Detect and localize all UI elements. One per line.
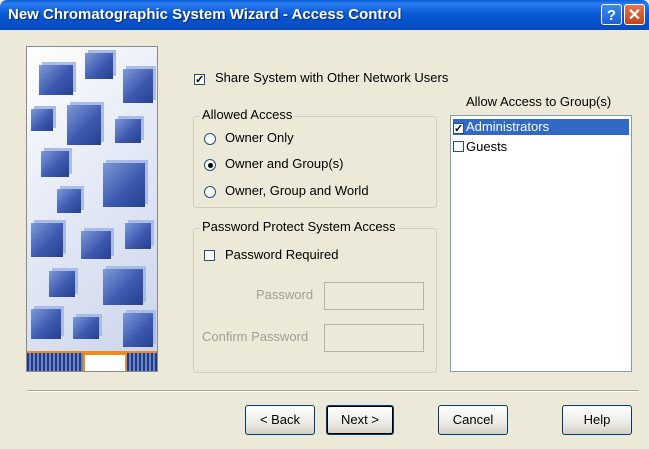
password-group-legend: Password Protect System Access xyxy=(200,219,398,234)
groups-heading: Allow Access to Group(s) xyxy=(466,94,612,109)
wizard-art xyxy=(26,46,158,372)
help-button[interactable]: Help xyxy=(562,405,632,435)
radio-owner-group-world-label: Owner, Group and World xyxy=(225,183,369,198)
cancel-button[interactable]: Cancel xyxy=(438,405,508,435)
confirm-password-field[interactable] xyxy=(324,324,424,352)
close-icon[interactable]: ✕ xyxy=(624,4,645,25)
wizard-window: New Chromatographic System Wizard - Acce… xyxy=(0,0,649,449)
radio-owner-and-groups-label: Owner and Group(s) xyxy=(225,156,344,171)
administrators-checkbox[interactable]: ✓ xyxy=(453,123,464,135)
list-item-administrators[interactable]: ✓ Administrators xyxy=(453,119,629,135)
separator xyxy=(27,390,639,392)
password-label: Password xyxy=(256,287,314,302)
share-label: Share System with Other Network Users xyxy=(215,70,449,85)
password-field[interactable] xyxy=(324,282,424,310)
window-title: New Chromatographic System Wizard - Acce… xyxy=(8,6,402,23)
back-button[interactable]: < Back xyxy=(245,405,315,435)
confirm-password-label: Confirm Password xyxy=(202,329,309,344)
guests-label: Guests xyxy=(466,139,508,154)
administrators-label: Administrators xyxy=(466,119,550,134)
groups-listbox[interactable]: ✓ Administrators Guests xyxy=(450,115,632,372)
radio-owner-only[interactable] xyxy=(204,133,216,145)
list-item-guests[interactable]: Guests xyxy=(453,139,507,155)
help-icon[interactable]: ? xyxy=(601,4,622,25)
allowed-access-legend: Allowed Access xyxy=(200,107,295,122)
next-button[interactable]: Next > xyxy=(326,405,394,435)
radio-owner-group-world[interactable] xyxy=(204,186,216,198)
radio-owner-and-groups[interactable] xyxy=(204,159,216,171)
title-bar: New Chromatographic System Wizard - Acce… xyxy=(0,0,649,30)
radio-owner-only-label: Owner Only xyxy=(225,130,294,145)
guests-checkbox[interactable] xyxy=(453,141,464,152)
share-checkbox[interactable]: ✓ xyxy=(194,74,205,86)
password-required-checkbox[interactable] xyxy=(204,250,215,261)
password-required-label: Password Required xyxy=(225,247,339,262)
